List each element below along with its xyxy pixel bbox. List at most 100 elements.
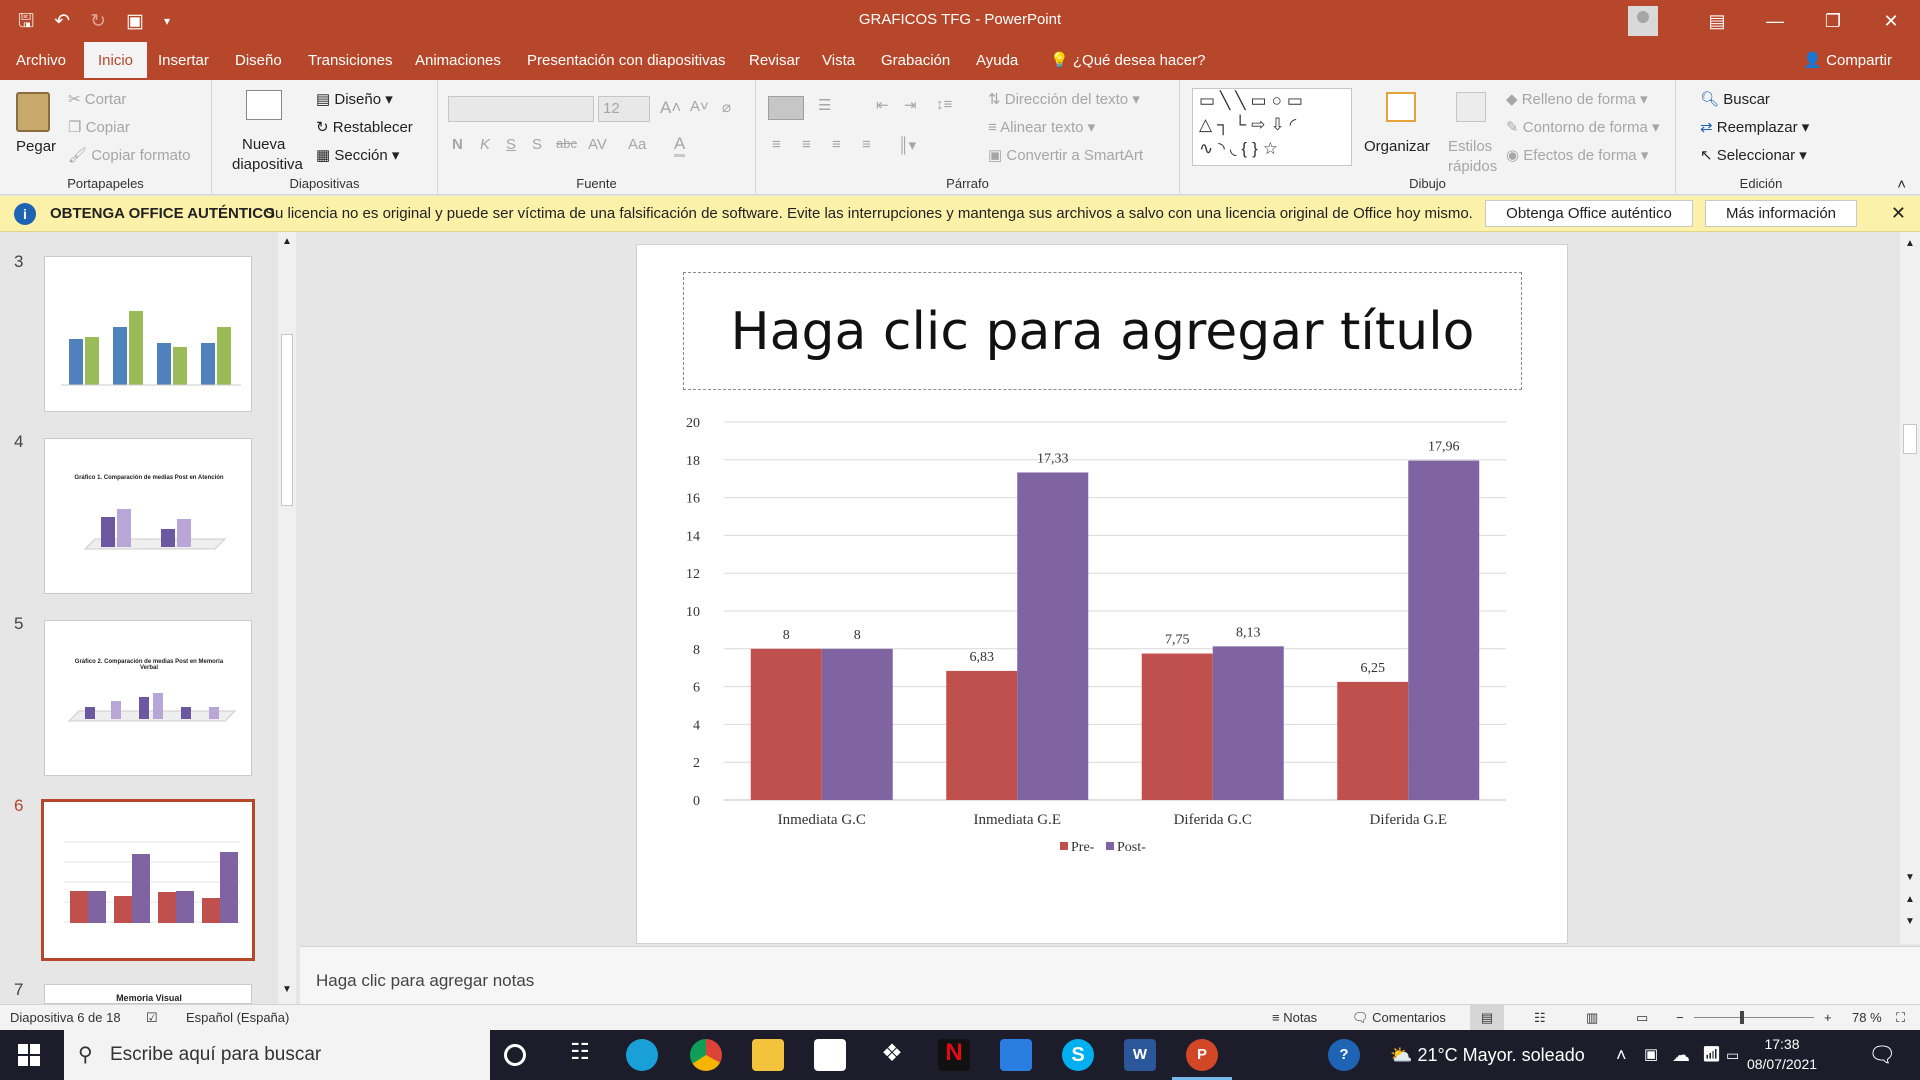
reset-button[interactable]: ↻ Restablecer <box>316 118 413 136</box>
zoom-slider-thumb[interactable] <box>1740 1011 1744 1024</box>
notifications-icon[interactable]: 🗨︎ <box>1868 1030 1896 1080</box>
skype-icon[interactable]: S <box>1062 1039 1094 1071</box>
edge-icon[interactable] <box>626 1039 658 1071</box>
columns-icon[interactable]: ║▾ <box>898 136 916 154</box>
increase-indent-icon[interactable]: ⇥ <box>904 96 917 114</box>
previous-slide-icon[interactable]: ▲ <box>1905 894 1915 905</box>
scroll-up-icon[interactable]: ▲ <box>282 236 292 247</box>
section-button[interactable]: ▦ Sección ▾ <box>316 146 399 164</box>
onedrive-icon[interactable]: ☁ <box>1672 1030 1690 1080</box>
text-direction-button[interactable]: ⇅ Dirección del texto ▾ <box>988 90 1140 108</box>
justify-icon[interactable]: ≡ <box>862 136 871 153</box>
tab-archivo[interactable]: Archivo <box>8 42 74 80</box>
align-center-icon[interactable]: ≡ <box>802 136 811 153</box>
fit-slide-icon[interactable]: ⛶ <box>1896 1010 1905 1026</box>
clock[interactable]: 17:38 08/07/2021 <box>1742 1034 1822 1074</box>
strikethrough-icon[interactable]: abc <box>556 136 577 151</box>
zoom-out-icon[interactable]: − <box>1676 1010 1684 1025</box>
slide-thumbnail-5[interactable]: Gráfico 2. Comparación de medias Post en… <box>44 620 252 776</box>
scrollbar-thumb[interactable] <box>281 334 293 506</box>
clear-format-icon[interactable]: ⌀ <box>722 98 731 116</box>
new-slide-button[interactable]: Nueva diapositiva <box>220 86 306 174</box>
bar-chart[interactable]: 0 2 4 6 8 10 12 14 16 18 20 8 8 Inmediata G.C 6,83 17,… <box>672 400 1512 870</box>
line-spacing-icon[interactable]: ↕≡ <box>936 96 952 113</box>
dropbox-icon[interactable]: ❖ <box>876 1039 908 1071</box>
comments-button[interactable]: 🗨︎ Comentarios <box>1352 1010 1446 1026</box>
notes-pane[interactable]: Haga clic para agregar notas <box>300 946 1920 1004</box>
word-icon[interactable]: W <box>1124 1039 1156 1071</box>
meet-now-icon[interactable]: ▣ <box>1644 1030 1658 1080</box>
close-icon[interactable]: ✕ <box>1862 11 1920 32</box>
shrink-font-icon[interactable]: A˅ <box>690 98 709 115</box>
underline-icon[interactable]: S <box>506 136 516 153</box>
share-button[interactable]: 👤 Compartir <box>1803 42 1892 80</box>
taskbar-search[interactable]: ⚲ Escribe aquí para buscar <box>64 1030 490 1080</box>
font-name-combo[interactable] <box>448 96 594 122</box>
tab-animaciones[interactable]: Animaciones <box>407 42 509 80</box>
tab-vista[interactable]: Vista <box>814 42 863 80</box>
restore-icon[interactable]: ❐ <box>1804 11 1862 32</box>
store-icon[interactable] <box>814 1039 846 1071</box>
netflix-icon[interactable]: N <box>938 1039 970 1071</box>
decrease-indent-icon[interactable]: ⇤ <box>876 96 889 114</box>
tab-presentacion[interactable]: Presentación con diapositivas <box>519 42 733 80</box>
normal-view-icon[interactable]: ▤ <box>1470 1005 1504 1030</box>
zoom-slider[interactable] <box>1694 1011 1814 1024</box>
align-right-icon[interactable]: ≡ <box>832 136 841 153</box>
tab-transiciones[interactable]: Transiciones <box>300 42 400 80</box>
slide-thumbnail-6[interactable] <box>41 799 255 961</box>
mail-icon[interactable] <box>1000 1039 1032 1071</box>
notes-button[interactable]: ≡ Notas <box>1272 1010 1317 1025</box>
battery-icon[interactable]: ▭ <box>1726 1030 1739 1080</box>
scrollbar-thumb[interactable] <box>1903 424 1917 454</box>
spelling-icon[interactable]: ☑ <box>146 1010 158 1026</box>
smartart-button[interactable]: ▣ Convertir a SmartArt <box>988 146 1143 164</box>
font-color-icon[interactable]: A <box>674 134 686 157</box>
tab-diseno[interactable]: Diseño <box>227 42 290 80</box>
wifi-icon[interactable]: 📶︎ <box>1702 1030 1721 1080</box>
numbering-icon[interactable]: ☰ <box>818 96 831 114</box>
ribbon-display-icon[interactable]: ▤ <box>1688 11 1746 32</box>
tab-insertar[interactable]: Insertar <box>150 42 217 80</box>
zoom-level[interactable]: 78 % <box>1852 1010 1882 1025</box>
shape-outline-button[interactable]: ✎ Contorno de forma ▾ <box>1506 118 1660 136</box>
scroll-down-icon[interactable]: ▼ <box>282 984 292 995</box>
get-genuine-office-button[interactable]: Obtenga Office auténtico <box>1485 200 1693 227</box>
slide-thumbnail-7[interactable]: Memoria Visual <box>44 984 252 1004</box>
tab-ayuda[interactable]: Ayuda <box>968 42 1026 80</box>
tell-me-box[interactable]: 💡 ¿Qué desea hacer? <box>1050 42 1205 80</box>
quick-styles-button[interactable]: Estilos rápidos <box>1442 88 1500 176</box>
windows-start-icon[interactable] <box>18 1044 40 1066</box>
paste-button[interactable]: Pegar <box>10 88 60 168</box>
more-info-button[interactable]: Más información <box>1705 200 1857 227</box>
arrange-button[interactable]: Organizar <box>1364 88 1440 176</box>
cut-button[interactable]: ✂ Cortar <box>68 90 126 108</box>
bullets-icon[interactable] <box>768 96 804 120</box>
scroll-up-icon[interactable]: ▲ <box>1905 238 1915 249</box>
next-slide-icon[interactable]: ▼ <box>1905 916 1915 927</box>
change-case-icon[interactable]: Aa <box>628 136 646 153</box>
shape-effects-button[interactable]: ◉ Efectos de forma ▾ <box>1506 146 1648 164</box>
find-button[interactable]: 🔍︎ Buscar <box>1700 90 1770 108</box>
spacing-icon[interactable]: AV <box>588 136 607 153</box>
reading-view-icon[interactable]: ▥ <box>1586 1010 1598 1026</box>
thumbnail-scrollbar[interactable]: ▲ ▼ <box>278 232 296 1004</box>
shape-fill-button[interactable]: ◆ Relleno de forma ▾ <box>1506 90 1648 108</box>
format-painter-button[interactable]: 🖌 Copiar formato <box>68 146 190 164</box>
italic-icon[interactable]: K <box>480 136 490 153</box>
align-text-button[interactable]: ≡ Alinear texto ▾ <box>988 118 1095 136</box>
account-avatar[interactable] <box>1628 6 1658 36</box>
slide-sorter-icon[interactable]: ☷ <box>1534 1010 1546 1026</box>
slide-scrollbar[interactable]: ▲ ▼ ▲ ▼ <box>1900 232 1920 944</box>
shadow-icon[interactable]: S <box>532 136 542 153</box>
tab-grabacion[interactable]: Grabación <box>873 42 958 80</box>
file-explorer-icon[interactable] <box>752 1039 784 1071</box>
zoom-in-icon[interactable]: + <box>1824 1010 1832 1025</box>
scroll-down-icon[interactable]: ▼ <box>1905 872 1915 883</box>
grow-font-icon[interactable]: A˄ <box>660 98 681 118</box>
minimize-icon[interactable]: — <box>1746 11 1804 32</box>
language[interactable]: Español (España) <box>186 1010 289 1025</box>
collapse-ribbon-icon[interactable]: ˄ <box>1897 176 1906 193</box>
chrome-icon[interactable] <box>690 1039 722 1071</box>
replace-button[interactable]: ⇄ Reemplazar ▾ <box>1700 118 1809 136</box>
